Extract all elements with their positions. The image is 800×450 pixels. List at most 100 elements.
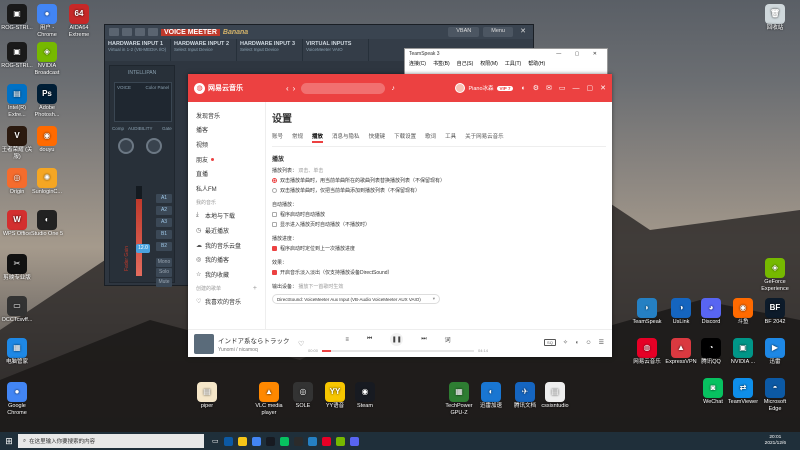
settings-tab[interactable]: 下载设置 xyxy=(394,132,416,143)
checkbox[interactable] xyxy=(272,212,277,217)
bus-button[interactable]: A3 xyxy=(156,218,172,227)
desktop-icon[interactable]: ◐ 迅雷加速 xyxy=(474,382,508,410)
maximize-icon[interactable]: ▢ xyxy=(587,84,594,92)
settings-tab[interactable]: 歌词 xyxy=(425,132,436,143)
teamspeak-menu-item[interactable]: 书签(B) xyxy=(433,60,450,67)
desktop-icon[interactable]: ◗ TeamSpeak xyxy=(630,298,664,326)
teamspeak-menu-item[interactable]: 帮助(H) xyxy=(528,60,545,67)
user-name[interactable]: Piano冰森 xyxy=(468,84,493,92)
netease-taskbar-icon[interactable] xyxy=(321,436,331,446)
desktop-icon[interactable]: ▲ VLC media player xyxy=(252,382,286,416)
mail-icon[interactable]: ✉ xyxy=(546,84,552,92)
radio-button[interactable] xyxy=(272,188,277,193)
sidebar-item[interactable]: 私人FM xyxy=(188,181,265,196)
sidebar-item[interactable]: 朋友 xyxy=(188,152,265,167)
netease-logo[interactable]: ◍ 网易云音乐 xyxy=(194,82,284,94)
checkbox-checked[interactable] xyxy=(272,270,277,275)
bus-button[interactable]: B1 xyxy=(156,230,172,239)
settings-tab[interactable]: 工具 xyxy=(445,132,456,143)
checkbox-autoplay-page[interactable]: 显示进入播放页时自动播放（不播放时） xyxy=(272,221,606,228)
comp-knob[interactable] xyxy=(118,138,134,154)
fader-gain-slider[interactable] xyxy=(136,186,142,276)
gate-knob[interactable] xyxy=(146,138,162,154)
desktop-icon[interactable]: ◉ Steam xyxy=(348,382,382,410)
radio-add-to-playlist[interactable]: 双击播放单曲时，仅把当前单曲添加到播放列表（不保留现有） xyxy=(272,187,606,194)
sidebar-item-liked-music[interactable]: ♡ 我喜欢的音乐 xyxy=(188,295,265,310)
discord-taskbar-icon[interactable] xyxy=(349,436,359,446)
input-header[interactable]: HARDWARE INPUT 3 Select Input Device xyxy=(237,39,303,61)
next-icon[interactable]: ⏭ xyxy=(421,336,426,343)
mini-mode-icon[interactable]: ▭ xyxy=(559,84,566,92)
desktop-icon[interactable]: ▭ OCCTcsvff... xyxy=(0,296,34,324)
desktop-icon[interactable]: ◎ SOLE xyxy=(286,382,320,410)
input-header[interactable]: HARDWARE INPUT 2 Select Input Device xyxy=(171,39,237,61)
teamspeak-menu-item[interactable]: 权限(M) xyxy=(480,60,498,67)
volume-icon[interactable]: ◖ xyxy=(575,340,579,346)
checkbox-autoplay-startup[interactable]: 程序启动时自动播放 xyxy=(272,211,606,218)
desktop-icon[interactable]: ⇄ TeamViewer xyxy=(726,378,760,406)
desktop-icon[interactable]: BF BF 2042 xyxy=(758,298,792,326)
sidebar-item[interactable]: 播客 xyxy=(188,123,265,138)
desktop-icon[interactable]: ▦ 电脑管家 xyxy=(0,338,34,366)
desktop-icon[interactable]: ◎ Origin xyxy=(0,168,34,196)
desktop-icon[interactable]: YY YY语音 xyxy=(318,382,352,410)
desktop-icon[interactable]: ◈ GeForce Experience xyxy=(758,258,792,292)
progress-bar[interactable] xyxy=(322,349,474,352)
settings-tab[interactable]: 播放 xyxy=(312,132,324,143)
sidebar-item[interactable]: ⤓ 本地与下载 xyxy=(188,209,265,224)
input-header[interactable]: HARDWARE INPUT 1 Virtual in 1-2 (VB-MEDIA… xyxy=(105,39,171,61)
desktop-icon[interactable]: ◈ NVIDIA Broadcast xyxy=(30,42,64,76)
sidebar-item[interactable]: ☁ 我的音乐云盘 xyxy=(188,238,265,253)
task-view-icon[interactable]: ▭ xyxy=(212,437,219,445)
settings-tab[interactable]: 常规 xyxy=(292,132,303,143)
desktop-icon[interactable]: ◉ 斗鱼 xyxy=(726,298,760,326)
settings-tab[interactable]: 快捷键 xyxy=(369,132,386,143)
strip-button[interactable]: Solo xyxy=(156,268,172,277)
like-heart-icon[interactable]: ♡ xyxy=(298,340,304,348)
play-mode-icon[interactable]: ≡ xyxy=(345,337,349,343)
bus-button[interactable]: A1 xyxy=(156,194,172,203)
settings-tab[interactable]: 账号 xyxy=(272,132,283,143)
vm-bar-icon[interactable] xyxy=(122,28,132,36)
menu-button[interactable]: Menu xyxy=(483,27,513,37)
bus-button[interactable]: A2 xyxy=(156,206,172,215)
forward-arrow-icon[interactable]: › xyxy=(293,84,296,93)
netease-topbar[interactable]: ◍ 网易云音乐 ‹ › ♪ Piano冰森 VIP 7 ◐ ⚙ ✉ ▭ — ▢ … xyxy=(188,74,612,102)
sound-effect-icon[interactable]: ✧ xyxy=(563,339,568,346)
playlist-icon[interactable]: ☰ xyxy=(599,339,604,346)
desktop-icon[interactable]: ✺ SunloginC... xyxy=(30,168,64,196)
strip-button[interactable]: Mono xyxy=(156,258,172,267)
desktop-icon[interactable]: ◉ douyu xyxy=(30,126,64,154)
sidebar-item[interactable]: ☆ 我的收藏 xyxy=(188,267,265,282)
desktop-icon[interactable]: ◑ UsLink xyxy=(664,298,698,326)
desktop-icon[interactable]: ✈ 腾讯文档 xyxy=(508,382,542,410)
vip-badge[interactable]: VIP 7 xyxy=(496,85,514,91)
teamspeak-menu-item[interactable]: 自己(S) xyxy=(457,60,474,67)
previous-icon[interactable]: ⏮ xyxy=(367,336,372,343)
windows-start-icon[interactable]: ⊞ xyxy=(0,436,18,447)
desktop-icon[interactable]: ▲ ExpressVPN xyxy=(664,338,698,366)
checkbox-restore-progress[interactable]: 程序启动时定位到上一次播放进度 xyxy=(272,245,606,252)
add-playlist-icon[interactable]: + xyxy=(253,285,257,292)
sound-quality-badge[interactable]: SQ xyxy=(544,339,556,346)
desktop-icon[interactable]: ◔ 腾讯QQ xyxy=(694,338,728,366)
desktop-icon[interactable]: ▦ TechPower GPU-Z xyxy=(442,382,476,416)
netease-music-window[interactable]: ◍ 网易云音乐 ‹ › ♪ Piano冰森 VIP 7 ◐ ⚙ ✉ ▭ — ▢ … xyxy=(188,74,612,357)
desktop-icon[interactable]: V 王者荣耀 (关服) xyxy=(0,126,34,160)
microphone-icon[interactable]: ♪ xyxy=(391,85,395,92)
desktop-icon[interactable]: 64 AIDA64 Extreme xyxy=(62,4,96,38)
steam-icon[interactable] xyxy=(265,436,275,446)
desktop-icon[interactable]: ◙ WeChat xyxy=(696,378,730,406)
vban-button[interactable]: VBAN xyxy=(448,27,480,37)
window-controls-icon[interactable]: — ▢ ✕ xyxy=(556,51,603,57)
song-title[interactable]: インドア系ならトラック xyxy=(218,335,298,345)
desktop-icon[interactable]: Ps Adobe Photosh... xyxy=(30,84,64,118)
avatar[interactable] xyxy=(455,83,466,93)
desktop-icon[interactable]: ◓ Microsoft Edge xyxy=(758,378,792,412)
teamspeak-menu-item[interactable]: 连接(C) xyxy=(409,60,426,67)
desktop-icon[interactable]: ● 用户 - Chrome xyxy=(30,4,64,38)
desktop-icon[interactable]: 🗑 回收站 xyxy=(758,4,792,32)
friends-icon[interactable]: ☺ xyxy=(585,340,591,346)
radio-replace-playlist[interactable]: 双击播放单曲时，用当前单曲所在的歌曲列表替换播放列表（不保留现有） xyxy=(272,177,606,184)
desktop-icon[interactable]: ▣ NVIDIA ... xyxy=(726,338,760,366)
